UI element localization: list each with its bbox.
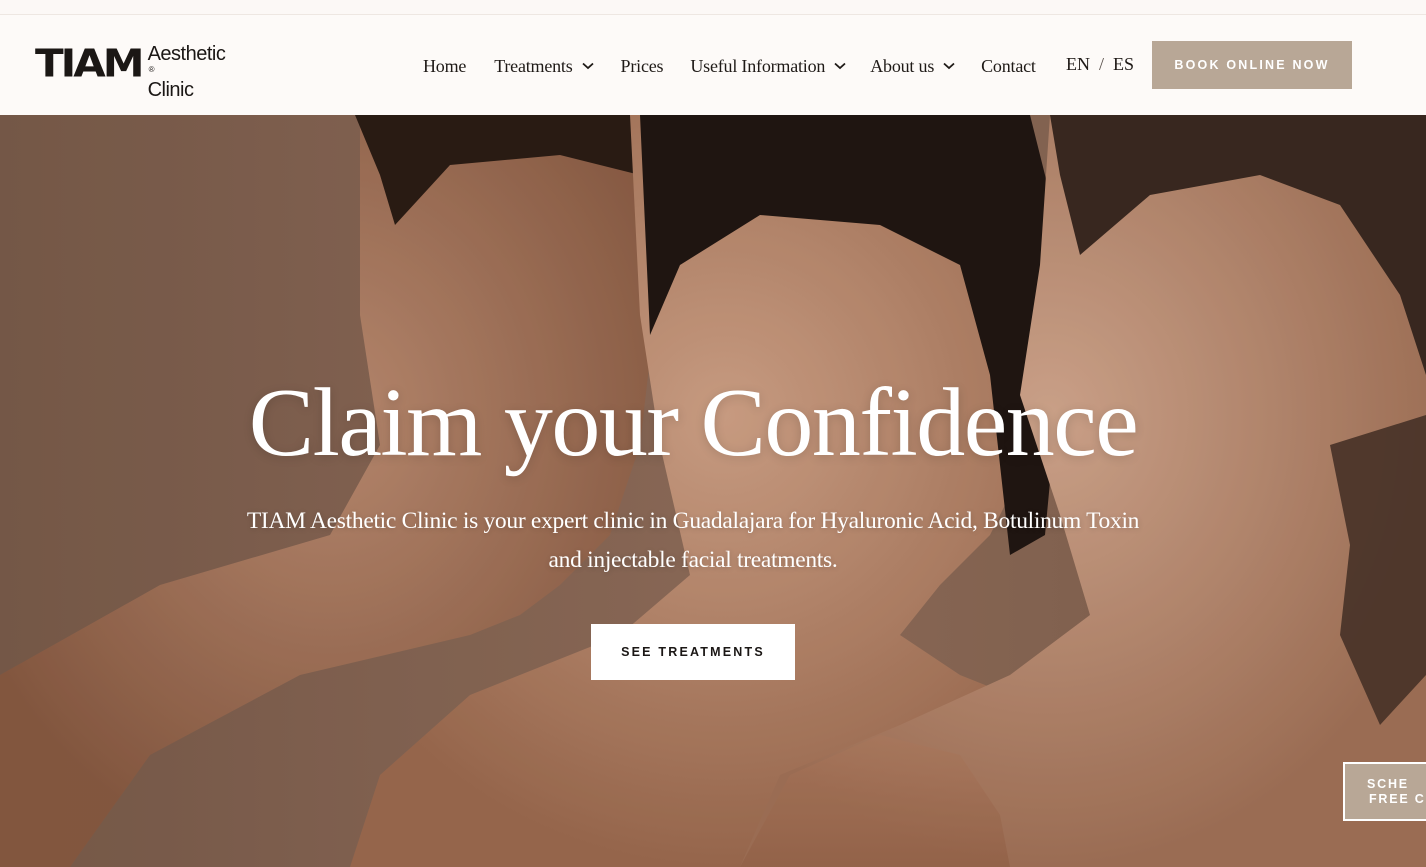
- lang-en-link[interactable]: EN: [1066, 54, 1090, 75]
- nav-item-treatments[interactable]: Treatments: [494, 55, 594, 77]
- nav-item-label: Contact: [981, 55, 1036, 76]
- hero-section: Claim your Confidence TIAM Aesthetic Cli…: [0, 115, 1426, 867]
- nav-item-about-us[interactable]: About us: [870, 56, 955, 77]
- nav-item-home[interactable]: Home: [423, 56, 466, 77]
- nav-item-label: Treatments: [494, 55, 573, 76]
- logo-wordmark: Aesthetic ® Clinic: [147, 44, 226, 101]
- hero-subtitle: TIAM Aesthetic Clinic is your expert cli…: [213, 502, 1173, 580]
- chevron-down-icon: [581, 60, 594, 72]
- brand-logo[interactable]: TIAM Aesthetic ® Clinic: [35, 40, 226, 100]
- chevron-down-icon: [834, 60, 846, 72]
- side-cta-line-2: FREE CO: [1369, 792, 1426, 806]
- side-cta-line-1: SCHE: [1367, 777, 1409, 791]
- nav-item-prices[interactable]: Prices: [621, 56, 664, 77]
- nav-item-useful-information[interactable]: Useful Information: [690, 56, 846, 77]
- language-switcher: EN / ES: [1066, 54, 1134, 75]
- logo-mark: TIAM: [35, 40, 145, 86]
- chevron-down-icon: [943, 60, 955, 72]
- hero-title: Claim your Confidence: [248, 369, 1139, 477]
- see-treatments-button[interactable]: SEE TREATMENTS: [591, 624, 795, 680]
- lang-separator: /: [1099, 54, 1105, 74]
- hero-subtitle-line-1: TIAM Aesthetic Clinic is your expert cli…: [246, 508, 1140, 534]
- nav-item-label: Useful Information: [690, 55, 826, 76]
- logo-line-2: Clinic: [147, 79, 194, 101]
- nav-item-label: Home: [423, 55, 467, 76]
- book-online-button[interactable]: BOOK ONLINE NOW: [1152, 41, 1352, 89]
- nav-item-contact[interactable]: Contact: [981, 56, 1036, 77]
- hero-subtitle-line-2: and injectable facial treatments.: [548, 547, 838, 573]
- page: TIAM Aesthetic ® Clinic Home Treatments P…: [0, 0, 1426, 867]
- nav-item-label: About us: [870, 55, 935, 76]
- hero-overlay: [0, 115, 1426, 867]
- registered-mark: ®: [148, 65, 155, 74]
- schedule-free-consultation-button[interactable]: SCHE FREE CO: [1343, 762, 1426, 821]
- main-nav: Home Treatments Prices Useful Informatio…: [423, 54, 1036, 78]
- site-header: TIAM Aesthetic ® Clinic Home Treatments P…: [0, 15, 1426, 115]
- lang-es-link[interactable]: ES: [1113, 54, 1134, 75]
- nav-item-label: Prices: [620, 55, 664, 76]
- top-strip: [0, 0, 1426, 15]
